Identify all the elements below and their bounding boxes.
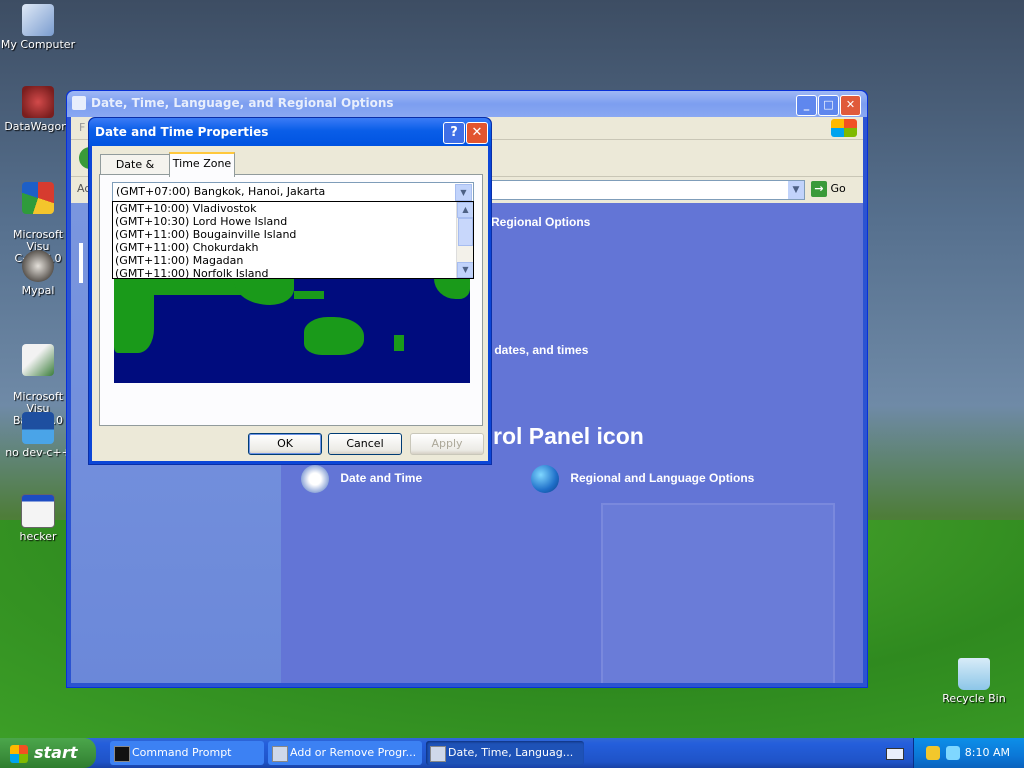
minimize-button[interactable]: _ bbox=[796, 95, 817, 116]
time-zone-dropdown-list[interactable]: (GMT+10:00) Vladivostok (GMT+10:30) Lord… bbox=[112, 201, 474, 279]
list-scrollbar[interactable]: ▲ ▼ bbox=[456, 202, 473, 278]
go-button[interactable]: → Go bbox=[811, 180, 861, 198]
time-zone-select[interactable]: (GMT+07:00) Bangkok, Hanoi, Jakarta ▼ bbox=[112, 182, 474, 202]
map-land-africa bbox=[114, 293, 154, 353]
taskbar-item-date-time[interactable]: Date, Time, Languag... bbox=[426, 741, 584, 765]
desktop-icon-label: DataWagon. bbox=[4, 120, 72, 133]
pick-control-panel-heading: rol Panel icon bbox=[493, 423, 644, 449]
start-button[interactable]: start bbox=[0, 738, 96, 768]
desktop-icon-label: Recycle Bin bbox=[942, 692, 1006, 705]
desktop-icon-recycle-bin[interactable]: Recycle Bin bbox=[936, 658, 1012, 705]
start-label: start bbox=[34, 743, 78, 762]
close-button[interactable]: ✕ bbox=[466, 122, 488, 144]
chevron-down-icon[interactable]: ▼ bbox=[788, 181, 804, 199]
dialog-body: Date & Time Time Zone (GMT+07:00) Bangko… bbox=[92, 146, 488, 461]
dialog-title: Date and Time Properties bbox=[95, 125, 269, 139]
dev-cpp-icon bbox=[22, 412, 54, 444]
security-shield-icon[interactable] bbox=[926, 746, 940, 760]
system-tray: 8:10 AM bbox=[913, 738, 1024, 768]
apply-button[interactable]: Apply bbox=[410, 433, 484, 455]
raccoon-icon bbox=[22, 250, 54, 282]
windows-logo-icon bbox=[831, 119, 857, 137]
map-land-australia bbox=[304, 317, 364, 355]
tab-date-time[interactable]: Date & Time bbox=[100, 154, 170, 191]
taskbar-item-label: Command Prompt bbox=[132, 746, 232, 759]
maximize-button[interactable]: □ bbox=[818, 95, 839, 116]
list-item[interactable]: (GMT+11:00) Magadan bbox=[113, 254, 473, 267]
dialog-titlebar[interactable]: Date and Time Properties ? ✕ bbox=[89, 118, 491, 146]
control-panel-title: Date, Time, Language, and Regional Optio… bbox=[91, 96, 394, 110]
clock[interactable]: 8:10 AM bbox=[965, 746, 1010, 759]
desktop-icon-dev-cpp[interactable]: no dev-c++ bbox=[0, 412, 76, 459]
date-time-properties-dialog: Date and Time Properties ? ✕ Date & Time… bbox=[88, 117, 492, 465]
map-land-new-zealand bbox=[394, 335, 404, 351]
list-item[interactable]: (GMT+11:00) Bougainville Island bbox=[113, 228, 473, 241]
task-label: Date and Time bbox=[340, 471, 423, 486]
tab-time-zone[interactable]: Time Zone bbox=[169, 152, 235, 177]
ok-button[interactable]: OK bbox=[248, 433, 322, 455]
chevron-down-icon[interactable]: ▼ bbox=[455, 184, 472, 201]
windows-flag-icon bbox=[10, 744, 28, 763]
desktop-icon-my-computer[interactable]: My Computer bbox=[0, 4, 76, 51]
map-land-indonesia bbox=[294, 291, 324, 299]
recycle-bin-icon bbox=[958, 658, 990, 690]
task-date-and-time[interactable]: Date and Time bbox=[301, 465, 422, 493]
menu-file[interactable]: F bbox=[79, 121, 85, 134]
list-item[interactable]: (GMT+10:00) Vladivostok bbox=[113, 202, 473, 215]
desktop-icon-label: My Computer bbox=[0, 38, 76, 51]
list-item[interactable]: (GMT+11:00) Chokurdakh bbox=[113, 241, 473, 254]
category-watermark-icon bbox=[601, 503, 835, 683]
desktop-icon-label: no dev-c++ bbox=[5, 446, 71, 459]
control-panel-icon bbox=[430, 746, 446, 762]
keyboard-icon[interactable] bbox=[886, 748, 904, 760]
desktop-icon-label: hecker bbox=[19, 530, 57, 543]
scroll-down-icon[interactable]: ▼ bbox=[457, 262, 473, 278]
taskbar: start Command Prompt Add or Remove Progr… bbox=[0, 738, 1024, 768]
globe-icon bbox=[531, 465, 559, 493]
desktop-icon-datawagon[interactable]: DataWagon. bbox=[0, 86, 76, 133]
computer-icon bbox=[22, 4, 54, 36]
datawagon-icon bbox=[22, 86, 54, 118]
task-pane-box bbox=[79, 243, 83, 283]
desktop-icon-hecker[interactable]: hecker bbox=[0, 494, 76, 543]
add-remove-icon bbox=[272, 746, 288, 762]
address-input[interactable]: ▼ bbox=[491, 180, 805, 200]
pane-heading-regional: Regional Options bbox=[491, 215, 591, 229]
gear-window-icon bbox=[21, 494, 55, 528]
go-arrow-icon: → bbox=[811, 181, 827, 197]
task-label: Regional and Language Options bbox=[570, 471, 755, 486]
world-map bbox=[114, 265, 470, 383]
visual-basic-icon bbox=[22, 344, 54, 376]
console-icon bbox=[114, 746, 130, 762]
network-icon[interactable] bbox=[946, 746, 960, 760]
pane-subheading: s, dates, and times bbox=[481, 343, 589, 357]
taskbar-item-label: Date, Time, Languag... bbox=[448, 746, 574, 759]
scroll-up-icon[interactable]: ▲ bbox=[457, 202, 473, 218]
time-zone-selected: (GMT+07:00) Bangkok, Hanoi, Jakarta bbox=[116, 185, 326, 198]
desktop-icon-mypal[interactable]: Mypal bbox=[0, 250, 76, 297]
desktop-icon-label: Mypal bbox=[21, 284, 55, 297]
calendar-clock-icon bbox=[301, 465, 329, 493]
list-item[interactable]: (GMT+10:30) Lord Howe Island bbox=[113, 215, 473, 228]
task-regional-language[interactable]: Regional and Language Options bbox=[531, 465, 754, 493]
taskbar-item-add-remove[interactable]: Add or Remove Progr... bbox=[268, 741, 422, 765]
scroll-thumb[interactable] bbox=[458, 218, 473, 246]
control-panel-window-icon bbox=[72, 96, 86, 110]
close-button[interactable]: ✕ bbox=[840, 95, 861, 116]
list-item[interactable]: (GMT+11:00) Norfolk Island bbox=[113, 267, 473, 278]
help-button[interactable]: ? bbox=[443, 122, 465, 144]
time-zone-panel: (GMT+07:00) Bangkok, Hanoi, Jakarta ▼ (G… bbox=[99, 174, 483, 426]
go-label: Go bbox=[830, 182, 846, 195]
taskbar-item-label: Add or Remove Progr... bbox=[290, 746, 417, 759]
visual-cpp-icon bbox=[22, 182, 54, 214]
taskbar-item-command-prompt[interactable]: Command Prompt bbox=[110, 741, 264, 765]
cancel-button[interactable]: Cancel bbox=[328, 433, 402, 455]
control-panel-titlebar[interactable]: Date, Time, Language, and Regional Optio… bbox=[67, 91, 867, 117]
